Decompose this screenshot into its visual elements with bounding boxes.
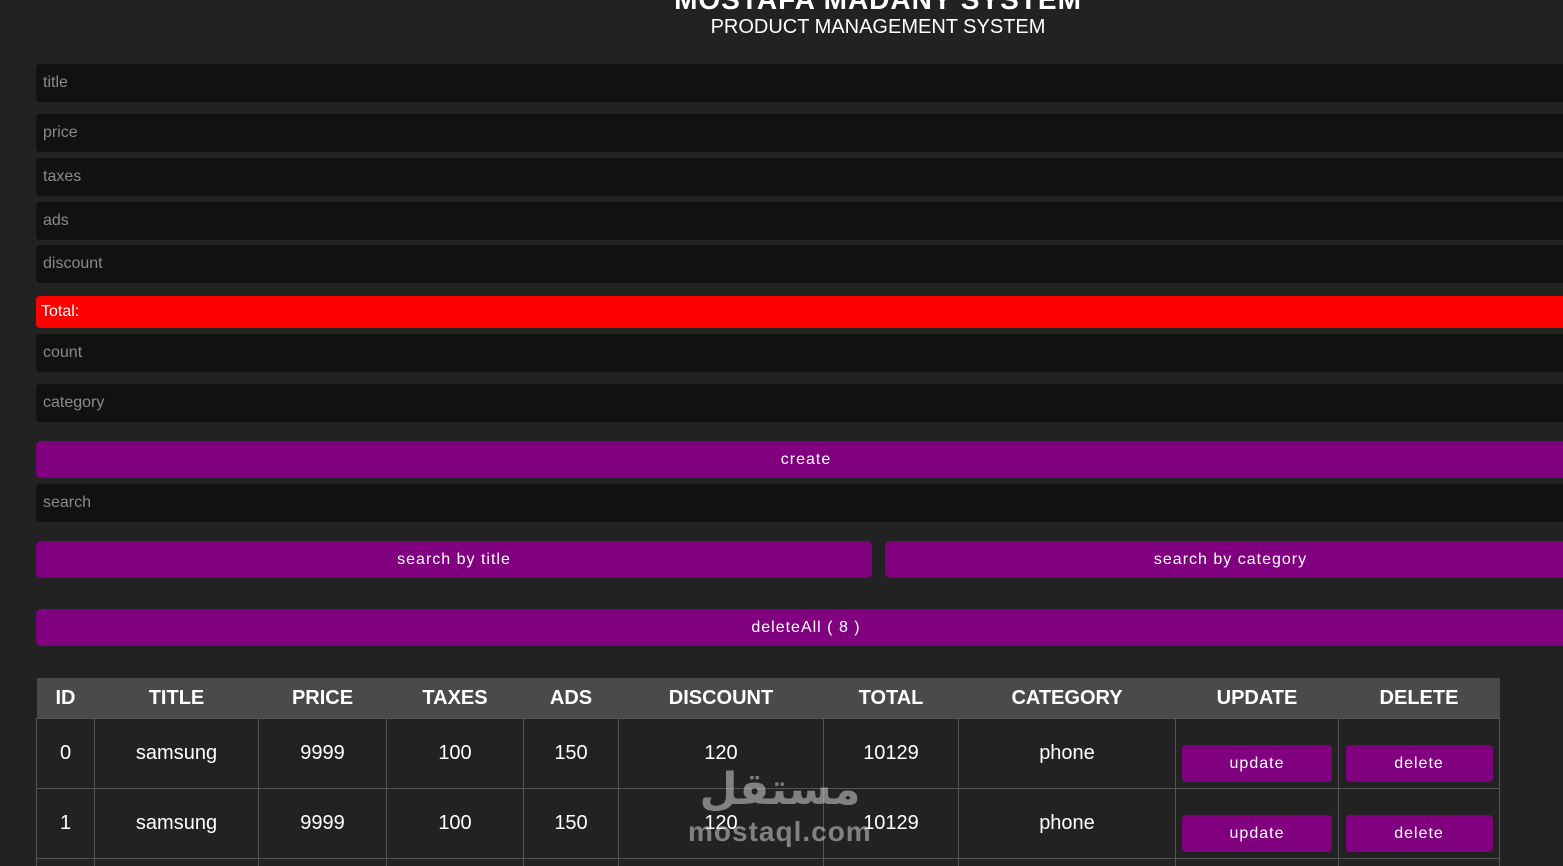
header-price: PRICE	[258, 678, 387, 719]
cell-ads: 150	[523, 788, 619, 859]
cell-update: update	[1175, 788, 1339, 859]
table-row	[36, 858, 1500, 866]
cell-update	[1175, 858, 1339, 866]
create-button[interactable]: create	[36, 441, 1563, 478]
cell-id	[36, 858, 95, 866]
ads-input[interactable]	[36, 202, 1563, 240]
header-total: TOTAL	[823, 678, 959, 719]
search-by-title-button[interactable]: search by title	[36, 541, 872, 578]
category-input[interactable]	[36, 384, 1563, 422]
cell-ads	[523, 858, 619, 866]
discount-input[interactable]	[36, 245, 1563, 283]
update-button[interactable]: update	[1182, 815, 1332, 852]
header-title: TITLE	[94, 678, 259, 719]
count-input[interactable]	[36, 334, 1563, 372]
search-by-category-button[interactable]: search by category	[885, 541, 1563, 578]
app-title: MOSTAFA MADANY SYSTEM	[0, 0, 1563, 14]
cell-delete: delete	[1338, 788, 1500, 859]
cell-title: samsung	[94, 788, 259, 859]
table-row: 1 samsung 9999 100 150 120 10129 phone u…	[36, 788, 1500, 859]
cell-price	[258, 858, 387, 866]
cell-price: 9999	[258, 718, 387, 789]
header-discount: DISCOUNT	[618, 678, 824, 719]
delete-button[interactable]: delete	[1345, 745, 1493, 782]
cell-taxes: 100	[386, 718, 524, 789]
cell-price: 9999	[258, 788, 387, 859]
cell-title: samsung	[94, 718, 259, 789]
cell-discount: 120	[618, 788, 824, 859]
search-input[interactable]	[36, 484, 1563, 522]
header-taxes: TAXES	[386, 678, 524, 719]
products-table: ID TITLE PRICE TAXES ADS DISCOUNT TOTAL …	[36, 678, 1500, 866]
cell-total: 10129	[823, 718, 959, 789]
header-update: UPDATE	[1175, 678, 1339, 719]
cell-category: phone	[958, 788, 1176, 859]
table-row: 0 samsung 9999 100 150 120 10129 phone u…	[36, 718, 1500, 789]
cell-total: 10129	[823, 788, 959, 859]
update-button[interactable]: update	[1182, 745, 1332, 782]
app-subtitle: PRODUCT MANAGEMENT SYSTEM	[710, 16, 1046, 38]
cell-taxes: 100	[386, 788, 524, 859]
delete-all-button[interactable]: deleteAll ( 8 )	[36, 609, 1563, 646]
cell-id: 1	[36, 788, 95, 859]
total-display: Total:	[36, 296, 1563, 328]
cell-title	[94, 858, 259, 866]
products-table-wrapper: ID TITLE PRICE TAXES ADS DISCOUNT TOTAL …	[36, 678, 1500, 866]
cell-update: update	[1175, 718, 1339, 789]
price-input[interactable]	[36, 114, 1563, 152]
cell-discount	[618, 858, 824, 866]
cell-delete	[1338, 858, 1500, 866]
delete-button[interactable]: delete	[1345, 815, 1493, 852]
cell-ads: 150	[523, 718, 619, 789]
title-input[interactable]	[36, 64, 1563, 102]
header-category: CATEGORY	[958, 678, 1176, 719]
table-header-row: ID TITLE PRICE TAXES ADS DISCOUNT TOTAL …	[36, 678, 1500, 719]
cell-category: phone	[958, 718, 1176, 789]
product-management-page: MOSTAFA MADANY SYSTEM PRODUCT MANAGEMENT…	[0, 0, 1563, 866]
cell-delete: delete	[1338, 718, 1500, 789]
cell-taxes	[386, 858, 524, 866]
cell-id: 0	[36, 718, 95, 789]
header-ads: ADS	[523, 678, 619, 719]
header-id: ID	[36, 678, 95, 719]
cell-category	[958, 858, 1176, 866]
header-delete: DELETE	[1338, 678, 1500, 719]
cell-discount: 120	[618, 718, 824, 789]
taxes-input[interactable]	[36, 158, 1563, 196]
cell-total	[823, 858, 959, 866]
